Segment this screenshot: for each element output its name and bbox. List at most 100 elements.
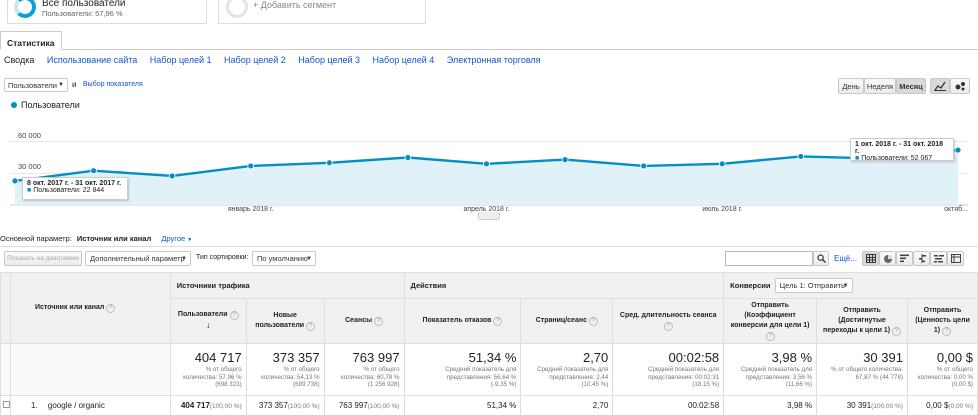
tooltip-left-title: 8 окт. 2017 г. - 31 окт. 2017 г. — [27, 180, 122, 187]
table-search-input[interactable] — [725, 251, 813, 266]
help-icon[interactable]: ? — [892, 327, 901, 336]
period-week-button[interactable]: Неделя — [864, 78, 896, 94]
checkbox-icon[interactable] — [2, 401, 10, 408]
subnav-goal-set-1[interactable]: Набор целей 1 — [150, 55, 212, 65]
sort-arrow-down-icon[interactable]: ↓ — [206, 320, 211, 330]
segment-all-users[interactable]: Все пользователи Пользователи: 57,96 % — [7, 0, 207, 24]
total-note-1: Средний показатель для — [537, 366, 609, 373]
col-pages-per-session-label: Страниц/сеанс — [535, 317, 587, 324]
chart-legend: Пользователи — [11, 100, 80, 110]
search-icon[interactable] — [813, 251, 829, 266]
total-note-3: (0,00 $) — [951, 381, 973, 388]
comparison-view-icon[interactable] — [913, 251, 930, 266]
period-month-button[interactable]: Месяц — [896, 78, 926, 94]
dimension-header[interactable]: Источник или канал ? — [9, 272, 171, 344]
metric-select[interactable]: Пользователи ▼ — [4, 78, 68, 92]
total-value: 30 391 — [863, 350, 903, 365]
help-icon[interactable]: ? — [493, 317, 503, 326]
secondary-dimension-select[interactable]: Дополнительный параметр ▼ — [85, 251, 191, 266]
add-segment-card[interactable]: + Добавить сегмент — [218, 0, 426, 24]
row-value: 30 391 — [846, 401, 872, 410]
totals-row: 404 717% от общего количества: 57,96 % (69… — [0, 343, 978, 396]
col-avg-session-duration[interactable]: Сред. длительность сеанса? — [612, 298, 725, 344]
performance-view-icon[interactable] — [896, 251, 913, 266]
col-bounce-rate[interactable]: Показатель отказов ? — [403, 298, 522, 344]
table-row[interactable]: 1. google / organic 404 717(100,00 %) 37… — [0, 395, 978, 415]
tooltip-left-value: ■ Пользователи: 22 844 — [27, 187, 105, 194]
pivot-view-icon[interactable] — [947, 251, 964, 266]
help-icon[interactable]: ? — [663, 322, 673, 331]
secondary-dimension-label: Дополнительный параметр — [90, 254, 185, 263]
group-conversions-label: Конверсии — [730, 281, 771, 290]
tooltip-left: 8 окт. 2017 г. - 31 окт. 2017 г. ■ Польз… — [22, 177, 128, 200]
chevron-down-icon: ▼ — [842, 282, 849, 289]
goal-select[interactable]: Цель 1: Отправить ▼ — [774, 278, 853, 293]
total-note-3: (-9,35 %) — [490, 381, 517, 388]
primary-dimension-bar: Основной параметр: Источник или канал Др… — [0, 234, 192, 243]
users-chart[interactable] — [0, 110, 978, 225]
subnav-goal-set-4[interactable]: Набор целей 4 — [373, 55, 435, 65]
help-icon[interactable]: ? — [306, 322, 316, 331]
row-value: 2,70 — [592, 401, 609, 410]
subnav-site-usage[interactable]: Использование сайта — [47, 55, 137, 65]
col-sessions-label: Сеансы — [345, 317, 373, 324]
row-percent: (100,00 %) — [871, 403, 903, 410]
help-icon[interactable]: ? — [229, 311, 239, 320]
subnav-overview[interactable]: Сводка — [4, 55, 34, 65]
row-percent: (100,00 %) — [287, 403, 320, 410]
tab-statistics[interactable]: Статистика — [0, 31, 62, 50]
help-icon[interactable]: ? — [765, 332, 775, 341]
row-cell: 404 717(100,00 %) — [169, 395, 247, 415]
total-note-2: количества: 57,96 % — [183, 373, 242, 381]
total-note-1: % от общего — [283, 366, 320, 373]
help-icon[interactable]: ? — [942, 327, 952, 336]
goal-select-value: Цель 1: Отправить — [779, 281, 845, 290]
period-day-button[interactable]: День — [838, 78, 864, 94]
col-new-users[interactable]: Новые пользователи ? — [245, 298, 325, 344]
data-table: Источник или канал ? Источники трафика Д… — [0, 272, 978, 415]
help-icon[interactable]: ? — [374, 317, 384, 326]
total-cell: 51,34 % Средний показатель для представлен… — [403, 343, 522, 396]
select-all-checkbox-cell[interactable] — [0, 272, 11, 344]
help-icon[interactable]: ? — [588, 317, 598, 326]
chevron-down-icon: ▼ — [306, 255, 312, 262]
advanced-search-link[interactable]: Ещё... — [834, 254, 857, 263]
motion-chart-toggle-icon[interactable] — [950, 78, 970, 94]
other-dimension-link[interactable]: Другое ▼ — [161, 234, 192, 243]
help-icon[interactable]: ? — [106, 304, 116, 313]
total-note-3: (689 738) — [293, 381, 320, 388]
col-pages-per-session[interactable]: Страниц/сеанс ? — [520, 298, 614, 344]
col-goal1-completions-label: Отправить (Достигнутые переходы к цели 1… — [823, 307, 891, 334]
row-value: 3,98 % — [787, 401, 813, 410]
chart-resize-handle[interactable] — [478, 212, 500, 220]
total-note-1: Средний показатель для — [445, 366, 517, 373]
total-note-3: (1 256 928) — [367, 381, 400, 388]
sort-type-select[interactable]: По умолчанию ▼ — [252, 251, 316, 266]
row-cell: 373 357(100,00 %) — [245, 395, 325, 415]
dimension-header-label: Источник или канал — [34, 304, 105, 311]
table-view-icon[interactable] — [862, 251, 879, 266]
col-goal1-value[interactable]: Отправить (Ценность цели 1) ? — [906, 298, 978, 344]
line-chart-toggle-icon[interactable] — [930, 78, 950, 94]
subnav-goal-set-2[interactable]: Набор целей 2 — [224, 55, 286, 65]
col-goal1-completions[interactable]: Отправить (Достигнутые переходы к цели 1… — [816, 298, 908, 344]
total-note-2: количества: 54,13 % — [261, 373, 320, 381]
subnav-goal-set-3[interactable]: Набор целей 3 — [298, 55, 360, 65]
row-index: 1. — [30, 401, 38, 410]
col-sessions[interactable]: Сеансы ? — [323, 298, 405, 344]
subnav-ecommerce[interactable]: Электронная торговля — [447, 55, 541, 65]
choose-metric-link[interactable]: Выбор показателя — [83, 81, 143, 88]
data-point — [483, 160, 490, 168]
total-note-1: % от общего — [205, 366, 242, 373]
col-users[interactable]: Пользователи ? ↓ — [169, 298, 247, 344]
show-on-chart-button[interactable]: Показать на диаграмме — [4, 251, 82, 266]
sort-type-value: По умолчанию — [257, 254, 308, 263]
col-new-users-label: Новые пользователи — [255, 312, 305, 329]
legend-label: Пользователи — [21, 100, 80, 110]
total-value: 404 717 — [194, 350, 242, 365]
row-checkbox[interactable] — [0, 395, 11, 415]
row-dimension-link[interactable]: google / organic — [48, 401, 105, 410]
term-cloud-view-icon[interactable] — [930, 251, 947, 266]
col-goal1-conv-rate[interactable]: Отправить (Коэффициент конверсии для цел… — [723, 298, 818, 344]
pie-view-icon[interactable] — [879, 251, 896, 266]
